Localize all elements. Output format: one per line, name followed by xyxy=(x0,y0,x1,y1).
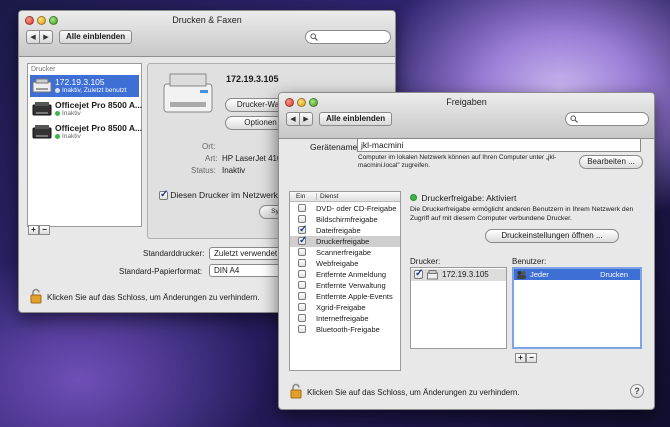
checkbox-icon[interactable] xyxy=(298,204,306,212)
sharing-window: Freigaben ◀ ▶ Alle einblenden Gerätename… xyxy=(278,92,655,410)
checkbox-icon[interactable] xyxy=(298,235,307,246)
lock-icon[interactable] xyxy=(29,288,43,304)
laser-printer-icon xyxy=(32,78,52,93)
checkbox-icon[interactable] xyxy=(298,325,306,333)
share-printer-checkbox[interactable]: Diesen Drucker im Netzwerk fr xyxy=(159,189,285,200)
printer-status: Inaktiv xyxy=(55,110,81,117)
printer-icon xyxy=(427,270,438,280)
status-dot xyxy=(55,133,60,139)
show-all-button[interactable]: Alle einblenden xyxy=(59,30,133,44)
service-row[interactable]: Entfernte Anmeldung xyxy=(290,269,400,280)
column-on: Ein xyxy=(296,193,306,200)
titlebar: Freigaben ◀ ▶ Alle einblenden xyxy=(279,93,654,139)
device-name-label: Gerätename: xyxy=(310,142,360,152)
search-field[interactable] xyxy=(305,30,391,44)
shared-printers-list[interactable]: 172.19.3.105 xyxy=(410,267,507,349)
printer-status: Inaktiv, Zuletzt benutzt xyxy=(55,87,127,94)
kind-label: Art: xyxy=(205,154,218,163)
checkbox-icon[interactable] xyxy=(298,248,306,256)
lock-text: Klicken Sie auf das Schloss, um Änderung… xyxy=(47,293,260,302)
printer-list[interactable]: Drucker 172.19.3.105 Inaktiv, Zuletzt be… xyxy=(27,63,142,227)
user-permission[interactable]: Drucken xyxy=(600,269,628,280)
status-value: Inaktiv xyxy=(222,166,246,175)
status-label: Status: xyxy=(191,166,216,175)
remove-printer-button[interactable]: − xyxy=(39,225,50,235)
paper-size-label: Standard-Papierformat: xyxy=(119,267,203,276)
service-row[interactable]: Entfernte Verwaltung xyxy=(290,280,400,291)
add-printer-button[interactable]: + xyxy=(28,225,39,235)
printers-label: Drucker: xyxy=(410,257,441,266)
service-row[interactable]: Xgrid-Freigabe xyxy=(290,302,400,313)
service-description: Die Druckerfreigabe ermöglicht anderen B… xyxy=(410,206,634,222)
group-icon xyxy=(517,271,526,279)
shared-printer-row[interactable]: 172.19.3.105 xyxy=(411,268,506,281)
inkjet-printer-icon xyxy=(32,125,52,139)
back-button[interactable]: ◀ xyxy=(26,30,40,44)
service-row[interactable]: Webfreigabe xyxy=(290,258,400,269)
printer-large-icon xyxy=(163,73,213,113)
service-row[interactable]: DVD- oder CD-Freigabe xyxy=(290,203,400,214)
users-list[interactable]: Jeder Drucken xyxy=(512,267,642,349)
device-name-field[interactable]: jkl-macmini xyxy=(357,138,641,152)
open-print-settings-button[interactable]: Druckeinstellungen öffnen ... xyxy=(485,229,619,243)
help-button[interactable]: ? xyxy=(630,384,644,398)
services-list[interactable]: Ein Dienst DVD- oder CD-Freigabe Bildsch… xyxy=(289,191,401,371)
remove-user-button[interactable]: − xyxy=(526,353,537,363)
checkbox-icon[interactable] xyxy=(298,224,307,235)
lock-icon[interactable] xyxy=(289,383,303,399)
checkbox-icon[interactable] xyxy=(414,268,423,280)
lock-text: Klicken Sie auf das Schloss, um Änderung… xyxy=(307,388,520,397)
back-button[interactable]: ◀ xyxy=(286,112,300,126)
service-row[interactable]: Scannerfreigabe xyxy=(290,247,400,258)
status-dot xyxy=(55,110,60,116)
status-indicator-icon xyxy=(410,194,417,202)
checkbox-icon[interactable] xyxy=(298,303,306,311)
service-row[interactable]: Internetfreigabe xyxy=(290,313,400,324)
checkbox-icon[interactable] xyxy=(298,215,306,223)
checkbox-icon[interactable] xyxy=(298,292,306,300)
users-label: Benutzer: xyxy=(512,257,547,266)
status-dot xyxy=(55,87,60,93)
service-row[interactable]: Bluetooth-Freigabe xyxy=(290,324,400,335)
search-icon xyxy=(310,33,318,41)
printer-item[interactable]: Officejet Pro 8500 A... Inaktiv xyxy=(30,98,143,120)
printer-detail-title: 172.19.3.105 xyxy=(226,74,279,84)
checkbox-icon[interactable] xyxy=(298,314,306,322)
search-icon xyxy=(570,115,578,123)
show-all-button[interactable]: Alle einblenden xyxy=(319,112,393,126)
checkbox-icon[interactable] xyxy=(298,281,306,289)
printer-item[interactable]: Officejet Pro 8500 A... Inaktiv xyxy=(30,121,143,143)
column-service: Dienst xyxy=(316,193,338,200)
printer-status: Inaktiv xyxy=(55,133,81,140)
add-user-button[interactable]: + xyxy=(515,353,526,363)
service-row[interactable]: Entfernte Apple-Events xyxy=(290,291,400,302)
printer-name: Officejet Pro 8500 A... xyxy=(55,100,143,110)
location-label: Ort: xyxy=(202,142,216,151)
forward-button[interactable]: ▶ xyxy=(39,30,53,44)
forward-button[interactable]: ▶ xyxy=(299,112,313,126)
checkbox-icon[interactable] xyxy=(298,259,306,267)
titlebar: Drucken & Faxen ◀ ▶ Alle einblenden xyxy=(19,11,395,57)
printer-name: 172.19.3.105 xyxy=(55,77,105,87)
window-title: Drucken & Faxen xyxy=(172,15,242,25)
user-row[interactable]: Jeder Drucken xyxy=(514,269,640,280)
service-row[interactable]: Druckerfreigabe xyxy=(290,235,400,247)
default-printer-label: Standarddrucker: xyxy=(143,249,205,258)
device-info-text: Computer im lokalen Netzwerk können auf … xyxy=(358,154,557,169)
printer-name: Officejet Pro 8500 A... xyxy=(55,123,143,133)
inkjet-printer-icon xyxy=(32,102,52,116)
search-field[interactable] xyxy=(565,112,649,126)
checkbox-icon[interactable] xyxy=(298,270,306,278)
services-header: Ein Dienst xyxy=(290,192,400,202)
checkbox-icon xyxy=(159,189,168,200)
edit-button[interactable]: Bearbeiten ... xyxy=(579,155,643,169)
printer-list-header: Drucker xyxy=(31,66,56,73)
printer-item[interactable]: 172.19.3.105 Inaktiv, Zuletzt benutzt xyxy=(30,75,139,97)
window-title: Freigaben xyxy=(446,97,487,107)
service-status: Druckerfreigabe: Aktiviert xyxy=(410,192,516,203)
